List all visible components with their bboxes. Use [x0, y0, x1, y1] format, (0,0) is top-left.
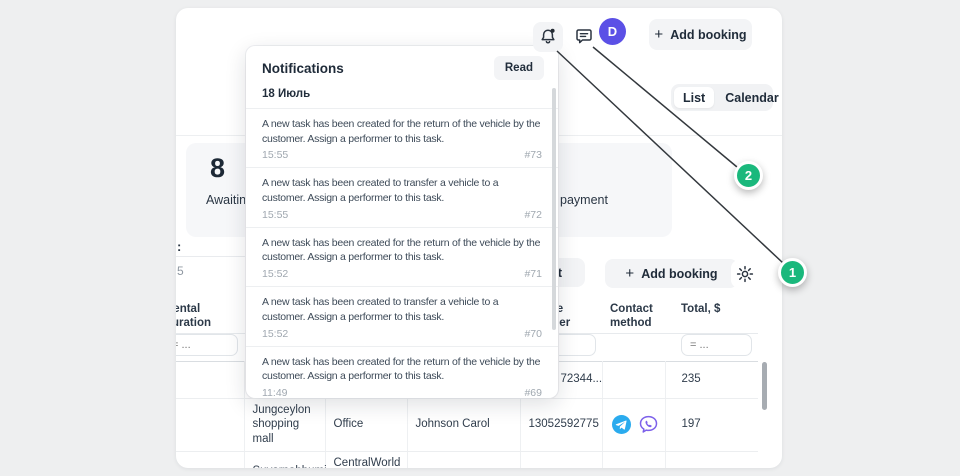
cell-total: 235: [665, 361, 758, 399]
settings-gear-icon: [735, 264, 755, 284]
cut-text-fragment: :: [177, 239, 182, 254]
notification-item[interactable]: A new task has been created for the retu…: [246, 226, 558, 286]
plus-icon: +: [625, 264, 635, 282]
view-toggle: List Calendar: [671, 84, 779, 111]
cell-phone: 19838510507: [520, 451, 603, 468]
cell-customer: Hamilton June: [407, 451, 521, 468]
cell-pickup: Suvarnabhumi airport: [244, 451, 327, 468]
cell-contact-method: [602, 398, 666, 453]
notification-id: #69: [524, 386, 542, 398]
stat-awaiting-value: 8: [210, 153, 226, 183]
cell-pickup: Jungceylon shopping mall: [244, 398, 326, 453]
chat-button[interactable]: [570, 22, 598, 50]
cell-rental-duration: [176, 398, 245, 453]
notification-item[interactable]: A new task has been created for the retu…: [246, 345, 558, 398]
notification-item[interactable]: A new task has been created for the retu…: [246, 109, 558, 167]
notification-item[interactable]: A new task has been created to transfer …: [246, 286, 558, 345]
col-contact-method[interactable]: Contact method: [602, 295, 665, 333]
cell-rental-duration: [176, 361, 245, 399]
notifications-panel-header: Notifications Read: [246, 46, 558, 84]
cell-contact-method: [602, 451, 666, 468]
cell-phone: 13052592775: [520, 398, 603, 453]
notification-id: #72: [524, 208, 542, 221]
notification-time: 15:52: [262, 268, 289, 281]
notification-text: A new task has been created for the retu…: [262, 355, 541, 383]
callout-badge-1: 1: [778, 258, 807, 287]
add-booking-button-top[interactable]: + Add booking: [649, 19, 752, 50]
cell-total: 197: [665, 398, 758, 453]
add-booking-label: Add booking: [670, 27, 747, 42]
cell-customer: Johnson Carol: [407, 398, 521, 453]
chat-bubble-icon: [574, 26, 594, 46]
notification-id: #70: [524, 327, 542, 340]
notification-text: A new task has been created to transfer …: [262, 177, 499, 205]
cell-total: 850: [665, 451, 758, 468]
stat-payment-label: payment: [560, 193, 608, 207]
notifications-bell-button[interactable]: [533, 22, 563, 52]
col-rental-duration[interactable]: Rental duration: [176, 295, 244, 333]
col-total[interactable]: Total, $: [665, 295, 758, 333]
tab-list[interactable]: List: [674, 87, 715, 108]
cut-count-fragment: 5: [177, 264, 184, 278]
plus-icon: +: [654, 25, 664, 43]
viber-icon[interactable]: [638, 414, 659, 435]
read-button[interactable]: Read: [493, 56, 544, 80]
notification-time: 15:55: [262, 149, 289, 162]
telegram-icon[interactable]: [611, 414, 632, 435]
callout-badge-2: 2: [734, 161, 763, 190]
notification-time: 15:55: [262, 208, 289, 221]
cell-return: Office: [325, 398, 408, 453]
tab-calendar[interactable]: Calendar: [716, 87, 782, 108]
avatar-initial: D: [607, 24, 618, 39]
notifications-title: Notifications: [262, 60, 344, 76]
add-booking-label: Add booking: [641, 266, 718, 281]
table-scrollbar[interactable]: [762, 362, 767, 410]
divider: [176, 256, 246, 257]
filter-input-rental-duration[interactable]: [176, 334, 238, 356]
add-booking-button-table[interactable]: + Add booking: [605, 259, 738, 288]
notification-text: A new task has been created for the retu…: [262, 236, 541, 264]
notifications-date-header: 18 Июль: [262, 88, 311, 100]
user-avatar[interactable]: D: [599, 18, 626, 45]
panel-scrollbar[interactable]: [552, 88, 556, 330]
table-settings-button[interactable]: [731, 260, 759, 288]
table-row[interactable]: Suvarnabhumi airport CentralWorld shoppi…: [176, 451, 758, 468]
page-background: D + Add booking List Calendar 8 Awaiting…: [0, 0, 960, 476]
table-row[interactable]: Jungceylon shopping mall Office Johnson …: [176, 398, 758, 453]
notifications-panel: Notifications Read 18 Июль A new task ha…: [246, 46, 558, 398]
notification-id: #73: [524, 149, 542, 162]
notification-id: #71: [524, 268, 542, 281]
notification-text: A new task has been created for the retu…: [262, 118, 541, 145]
notification-time: 11:49: [262, 386, 288, 398]
filter-input-total[interactable]: [681, 334, 752, 356]
cell-return: CentralWorld shopping mall: [325, 451, 408, 468]
cell-contact-method: [602, 361, 666, 399]
cell-rental-duration: [176, 451, 245, 468]
notification-time: 15:52: [262, 327, 289, 340]
bell-icon: [538, 27, 558, 47]
notification-text: A new task has been created to transfer …: [262, 296, 499, 323]
notification-item[interactable]: A new task has been created to transfer …: [246, 167, 558, 226]
